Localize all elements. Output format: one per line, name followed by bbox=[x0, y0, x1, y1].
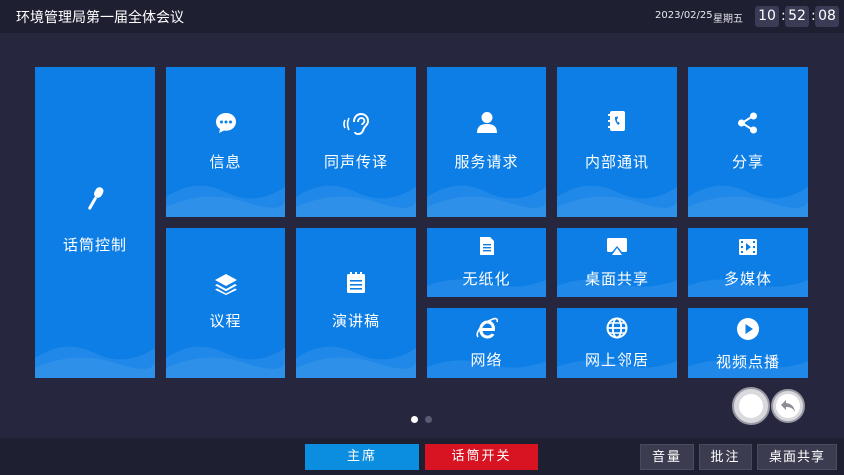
annotate-button[interactable]: 批注 bbox=[699, 444, 752, 470]
page-dot[interactable] bbox=[425, 416, 432, 423]
tile-label: 信息 bbox=[209, 153, 242, 171]
tile-interpretation[interactable]: 同声传译 bbox=[296, 67, 416, 217]
desktop-share-button[interactable]: 桌面共享 bbox=[757, 444, 837, 470]
wave-decoration bbox=[296, 185, 416, 217]
volume-button[interactable]: 音量 bbox=[640, 444, 694, 470]
back-arrow-icon bbox=[776, 394, 800, 418]
tile-multimedia[interactable]: 多媒体 bbox=[688, 228, 808, 297]
person-icon bbox=[476, 111, 498, 133]
wave-decoration bbox=[296, 346, 416, 378]
layers-icon bbox=[214, 273, 238, 295]
wave-decoration bbox=[166, 346, 285, 378]
home-float-button[interactable] bbox=[732, 387, 770, 425]
tile-label: 视频点播 bbox=[715, 353, 780, 371]
share-icon bbox=[737, 112, 759, 134]
browser-e-icon bbox=[476, 317, 498, 339]
globe-icon bbox=[606, 317, 628, 339]
chair-button[interactable]: 主席 bbox=[305, 444, 419, 470]
tile-neighbors[interactable]: 网上邻居 bbox=[557, 308, 677, 378]
tile-label: 内部通讯 bbox=[584, 153, 649, 171]
tile-label: 无纸化 bbox=[462, 270, 511, 288]
tile-label: 服务请求 bbox=[454, 153, 519, 171]
screen-cast-icon bbox=[606, 237, 628, 257]
tile-share[interactable]: 分享 bbox=[688, 67, 808, 217]
tile-video-on-demand[interactable]: 视频点播 bbox=[688, 308, 808, 378]
tile-label: 网上邻居 bbox=[584, 351, 649, 369]
mic-switch-button[interactable]: 话筒开关 bbox=[425, 444, 538, 470]
tile-label: 网络 bbox=[470, 351, 503, 369]
wave-decoration bbox=[166, 185, 285, 217]
microphone-icon bbox=[85, 185, 105, 213]
tile-speech[interactable]: 演讲稿 bbox=[296, 228, 416, 378]
tile-label: 多媒体 bbox=[723, 270, 772, 288]
tile-message[interactable]: 信息 bbox=[166, 67, 285, 217]
tile-label: 话筒控制 bbox=[62, 236, 127, 254]
tile-agenda[interactable]: 议程 bbox=[166, 228, 285, 378]
tile-internal-comm[interactable]: 内部通讯 bbox=[557, 67, 677, 217]
tile-label: 议程 bbox=[209, 312, 242, 330]
page-dot-active[interactable] bbox=[411, 416, 418, 423]
film-icon bbox=[738, 238, 758, 256]
tile-label: 演讲稿 bbox=[331, 312, 380, 330]
wave-decoration bbox=[557, 185, 677, 217]
tile-label: 同声传译 bbox=[323, 153, 388, 171]
ear-icon bbox=[342, 112, 370, 136]
chat-bubble-icon bbox=[215, 112, 237, 134]
play-circle-icon bbox=[736, 317, 760, 341]
clock-hours: 10 bbox=[755, 6, 779, 27]
tile-service-request[interactable]: 服务请求 bbox=[427, 67, 546, 217]
clock-seconds: 08 bbox=[815, 6, 839, 27]
notepad-icon bbox=[346, 272, 366, 294]
tile-desktop-share[interactable]: 桌面共享 bbox=[557, 228, 677, 297]
meeting-title: 环境管理局第一届全体会议 bbox=[16, 10, 184, 26]
back-float-button[interactable] bbox=[771, 389, 805, 423]
circle-icon bbox=[739, 394, 763, 418]
date-display: 2023/02/25 bbox=[655, 10, 713, 21]
clock-minutes: 52 bbox=[785, 6, 809, 27]
document-icon bbox=[479, 236, 495, 256]
weekday-display: 星期五 bbox=[713, 14, 743, 25]
tile-label: 桌面共享 bbox=[584, 270, 649, 288]
tile-network[interactable]: 网络 bbox=[427, 308, 546, 378]
phone-book-icon bbox=[608, 110, 626, 132]
wave-decoration bbox=[35, 346, 155, 378]
tile-paperless[interactable]: 无纸化 bbox=[427, 228, 546, 297]
tile-label: 分享 bbox=[731, 153, 764, 171]
tile-mic-control[interactable]: 话筒控制 bbox=[35, 67, 155, 378]
wave-decoration bbox=[688, 185, 808, 217]
wave-decoration bbox=[427, 185, 546, 217]
